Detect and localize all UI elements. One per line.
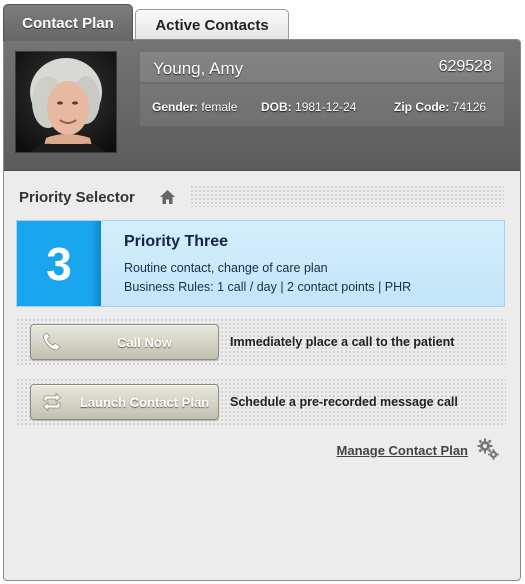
zip-value: 74126 bbox=[452, 100, 487, 114]
contact-plan-panel: Young, Amy 629528 Gender: female DOB: 19… bbox=[3, 39, 521, 581]
tab-label: Active Contacts bbox=[155, 16, 269, 34]
patient-photo bbox=[15, 51, 117, 153]
priority-selector-title: Priority Selector bbox=[19, 189, 135, 206]
patient-name: Young, Amy bbox=[153, 59, 244, 78]
dob-value: 1981-12-24 bbox=[295, 100, 357, 114]
priority-rules: Business Rules: 1 call / day | 2 contact… bbox=[124, 280, 412, 294]
launch-contact-plan-label: Launch Contact Plan bbox=[79, 395, 210, 410]
priority-description: Routine contact, change of care plan bbox=[124, 261, 328, 275]
manage-contact-plan-link[interactable]: Manage Contact Plan bbox=[337, 443, 468, 458]
priority-name: Priority Three bbox=[124, 233, 229, 250]
zip-label: Zip Code: bbox=[394, 100, 450, 114]
gender-label: Gender: bbox=[152, 100, 199, 114]
tab-contact-plan[interactable]: Contact Plan bbox=[3, 4, 133, 41]
patient-header: Young, Amy 629528 Gender: female DOB: 19… bbox=[4, 40, 520, 171]
home-icon[interactable] bbox=[159, 189, 176, 205]
call-now-label: Call Now bbox=[117, 335, 172, 350]
zip-field: Zip Code: 74126 bbox=[394, 100, 486, 114]
call-now-button[interactable]: Call Now bbox=[30, 324, 219, 360]
phone-icon bbox=[41, 332, 63, 352]
tab-label: Contact Plan bbox=[22, 14, 114, 32]
repeat-icon bbox=[41, 392, 63, 412]
dotted-divider bbox=[190, 185, 504, 207]
patient-id: 629528 bbox=[438, 58, 492, 75]
launch-contact-plan-description: Schedule a pre-recorded message call bbox=[230, 395, 458, 409]
tab-active-contacts[interactable]: Active Contacts bbox=[135, 9, 289, 40]
dob-label: DOB: bbox=[261, 100, 292, 114]
gender-field: Gender: female bbox=[152, 100, 237, 114]
patient-info: Young, Amy 629528 Gender: female DOB: 19… bbox=[140, 52, 504, 126]
priority-card[interactable]: 3 Priority Three Routine contact, change… bbox=[16, 220, 505, 307]
call-now-description: Immediately place a call to the patient bbox=[230, 335, 455, 349]
priority-level: 3 bbox=[17, 221, 101, 306]
launch-contact-plan-button[interactable]: Launch Contact Plan bbox=[30, 384, 219, 420]
dob-field: DOB: 1981-12-24 bbox=[261, 100, 356, 114]
gears-icon[interactable] bbox=[476, 437, 500, 461]
gender-value: female bbox=[201, 100, 238, 114]
